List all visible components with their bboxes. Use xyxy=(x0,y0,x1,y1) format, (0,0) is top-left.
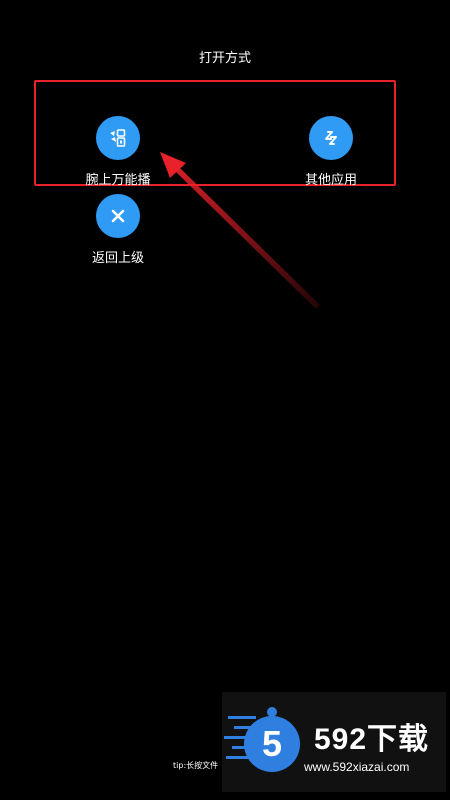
back-option-label: 返回上级 xyxy=(91,251,144,266)
watermark-url: www.592xiazai.com xyxy=(304,760,410,774)
svg-text:5: 5 xyxy=(262,723,282,764)
app-option-label: 腕上万能播 xyxy=(85,173,151,188)
app-option-other[interactable]: 其他应用 xyxy=(283,116,379,188)
open-with-screen: 打开方式 腕上万能播 其他应用 返回上级 tip:长按文件 5 592下载 ww… xyxy=(0,0,450,800)
watermark-brand: 592下载 xyxy=(314,723,430,756)
app-option-wanshang[interactable]: 腕上万能播 xyxy=(70,116,166,188)
site-watermark: 5 592下载 www.592xiazai.com xyxy=(222,692,446,792)
logo-icon: 5 xyxy=(224,707,300,772)
grid-app-icon xyxy=(96,116,140,160)
link-app-icon xyxy=(309,116,353,160)
app-option-label: 其他应用 xyxy=(304,173,357,188)
back-option[interactable]: 返回上级 xyxy=(70,194,166,266)
close-icon xyxy=(96,194,140,238)
page-title: 打开方式 xyxy=(198,51,251,66)
tip-text: tip:长按文件 xyxy=(173,761,219,770)
